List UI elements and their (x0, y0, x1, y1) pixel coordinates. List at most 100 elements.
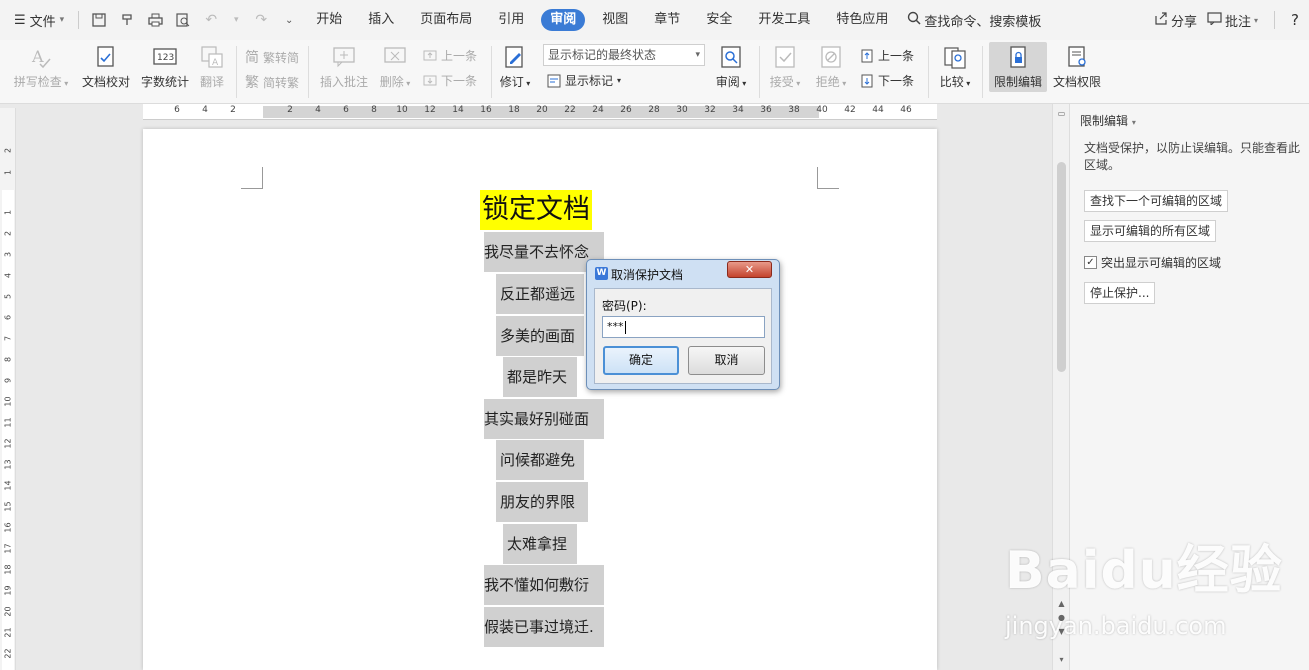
insert-comment-button[interactable]: 插入批注 (316, 40, 372, 90)
prev-comment-label: 上一条 (441, 49, 478, 63)
simp-trad-icon: 繁 (245, 75, 259, 91)
print-preview-icon[interactable] (172, 9, 194, 31)
comment-menu-button[interactable]: 批注 ▾ (1207, 11, 1258, 30)
stop-protection-button[interactable]: 停止保护... (1084, 282, 1156, 304)
vertical-ruler[interactable]: 2 1 1 2 3 4 5 6 7 8 9 10 11 12 13 14 15 … (0, 108, 16, 670)
restrict-editing-button[interactable]: 限制编辑 (989, 42, 1047, 92)
pane-title[interactable]: 限制编辑 ▾ (1080, 112, 1136, 129)
save-icon[interactable] (88, 9, 110, 31)
display-mode-value: 显示标记的最终状态 (548, 48, 657, 62)
prev-comment-button[interactable]: 上一条 (423, 47, 477, 64)
undo-icon[interactable]: ↶ (200, 9, 222, 31)
doc-permissions-icon (1068, 46, 1086, 67)
doc-permissions-label: 文档权限 (1052, 75, 1101, 89)
spell-check-button[interactable]: A 拼写检查 ▾ (10, 40, 72, 90)
customize-toolbar-icon[interactable]: ⌄ (278, 9, 300, 31)
dropdown-icon[interactable]: ▾ (225, 9, 247, 31)
highlight-editable-checkbox[interactable]: ✓ 突出显示可编辑的区域 (1084, 254, 1221, 271)
command-search[interactable]: 查找命令、搜索模板 (907, 11, 1041, 30)
compare-button[interactable]: 比较 ▾ (935, 40, 975, 90)
split-icon[interactable]: ▭ (1056, 108, 1067, 119)
simp-to-trad-button[interactable]: 繁 简转繁 (245, 72, 299, 92)
dialog-body: 密码(P): *** 确定 取消 (594, 288, 772, 384)
cancel-button[interactable]: 取消 (688, 346, 765, 375)
simp-to-trad-label: 简转繁 (263, 75, 300, 90)
show-markup-button[interactable]: 显示标记 ▾ (547, 72, 621, 89)
display-mode-select[interactable]: 显示标记的最终状态 ▾ (543, 44, 705, 66)
show-all-editable-button[interactable]: 显示可编辑的所有区域 (1084, 220, 1217, 242)
chevron-down-icon: ▾ (695, 50, 700, 60)
ruler-tick: 30 (676, 105, 688, 115)
doc-proof-button[interactable]: 文档校对 (80, 40, 132, 90)
highlight-editable-label: 突出显示可编辑的区域 (1101, 256, 1222, 270)
tab-references[interactable]: 引用 (485, 9, 537, 31)
print-icon[interactable] (144, 9, 166, 31)
tab-security[interactable]: 安全 (693, 9, 745, 31)
translate-button[interactable]: A 翻译 (194, 40, 230, 90)
delete-comment-button[interactable]: 删除 ▾ (376, 40, 414, 90)
word-count-button[interactable]: 123 字数统计 (139, 40, 191, 90)
ruler-tick: 8 (371, 105, 377, 115)
tab-insert[interactable]: 插入 (355, 9, 407, 31)
compare-icon (944, 47, 966, 69)
tab-section[interactable]: 章节 (641, 9, 693, 31)
document-line: 多美的画面 (496, 316, 584, 356)
chevron-down-icon: ▾ (59, 15, 65, 25)
ruler-tick: 2 (3, 147, 13, 154)
tab-review[interactable]: 审阅 (541, 9, 586, 31)
ruler-tick: 3 (3, 251, 13, 258)
share-icon (1154, 11, 1168, 29)
scroll-down-icon[interactable]: ▾ (1056, 654, 1067, 665)
doc-proof-icon (97, 46, 114, 67)
format-painter-icon[interactable] (116, 9, 138, 31)
prev-change-button[interactable]: 上一条 (860, 47, 914, 64)
tab-special-apps[interactable]: 特色应用 (823, 9, 901, 31)
document-line: 都是昨天 (503, 357, 577, 397)
ruler-tick: 18 (508, 105, 520, 115)
accept-button[interactable]: 接受 ▾ (765, 40, 805, 90)
ruler-tick: 10 (396, 105, 408, 115)
close-button[interactable]: ✕ (727, 261, 772, 278)
scrollbar-thumb[interactable] (1057, 162, 1066, 372)
doc-permissions-button[interactable]: 文档权限 (1051, 40, 1103, 90)
review-label: 审阅 (715, 75, 740, 89)
password-input[interactable]: *** (602, 316, 765, 338)
spell-check-icon: A (31, 47, 51, 69)
ruler-tick: 34 (732, 105, 744, 115)
divider (236, 46, 237, 98)
compare-label: 比较 (939, 75, 964, 89)
horizontal-ruler[interactable]: 6 4 2 2 4 6 8 10 12 14 16 18 20 22 24 26… (143, 104, 937, 120)
delete-label: 删除 (379, 75, 404, 89)
tab-developer[interactable]: 开发工具 (745, 9, 823, 31)
watermark-brand: Baidu经验 (1005, 541, 1283, 601)
unprotect-document-dialog: W 取消保护文档 ✕ 密码(P): *** 确定 取消 (586, 259, 780, 390)
tab-view[interactable]: 视图 (589, 9, 641, 31)
track-changes-icon (505, 46, 523, 68)
ok-button[interactable]: 确定 (603, 346, 679, 375)
ruler-tick: 4 (315, 105, 321, 115)
review-pane-button[interactable]: 审阅 ▾ (712, 40, 750, 90)
tab-page-layout[interactable]: 页面布局 (407, 9, 485, 31)
share-button[interactable]: 分享 (1154, 11, 1197, 30)
search-label: 查找命令、搜索模板 (924, 14, 1042, 30)
find-next-editable-button[interactable]: 查找下一个可编辑的区域 (1084, 190, 1229, 212)
next-comment-button[interactable]: 下一条 (423, 72, 477, 89)
password-label: 密码(P): (602, 299, 647, 313)
hamburger-icon: ☰ (14, 12, 26, 28)
reject-button[interactable]: 拒绝 ▾ (811, 40, 851, 90)
ruler-tick: 28 (648, 105, 660, 115)
chevron-down-icon: ▾ (739, 79, 747, 88)
next-change-button[interactable]: 下一条 (860, 72, 914, 89)
redo-icon[interactable]: ↷ (250, 9, 272, 31)
track-changes-button[interactable]: 修订 ▾ (496, 40, 534, 90)
ruler-tick: 14 (452, 105, 464, 115)
chevron-down-icon: ▾ (61, 79, 69, 88)
file-menu[interactable]: ☰ 文件 ▾ (0, 0, 72, 40)
tab-home[interactable]: 开始 (303, 9, 355, 31)
help-button[interactable]: ? (1291, 11, 1299, 29)
ruler-tick: 17 (3, 543, 13, 554)
document-line: 太难拿捏 (503, 524, 577, 564)
trad-to-simp-button[interactable]: 简 繁转简 (245, 47, 299, 67)
pane-title-label: 限制编辑 (1080, 114, 1129, 128)
trad-simp-icon: 简 (245, 50, 259, 66)
